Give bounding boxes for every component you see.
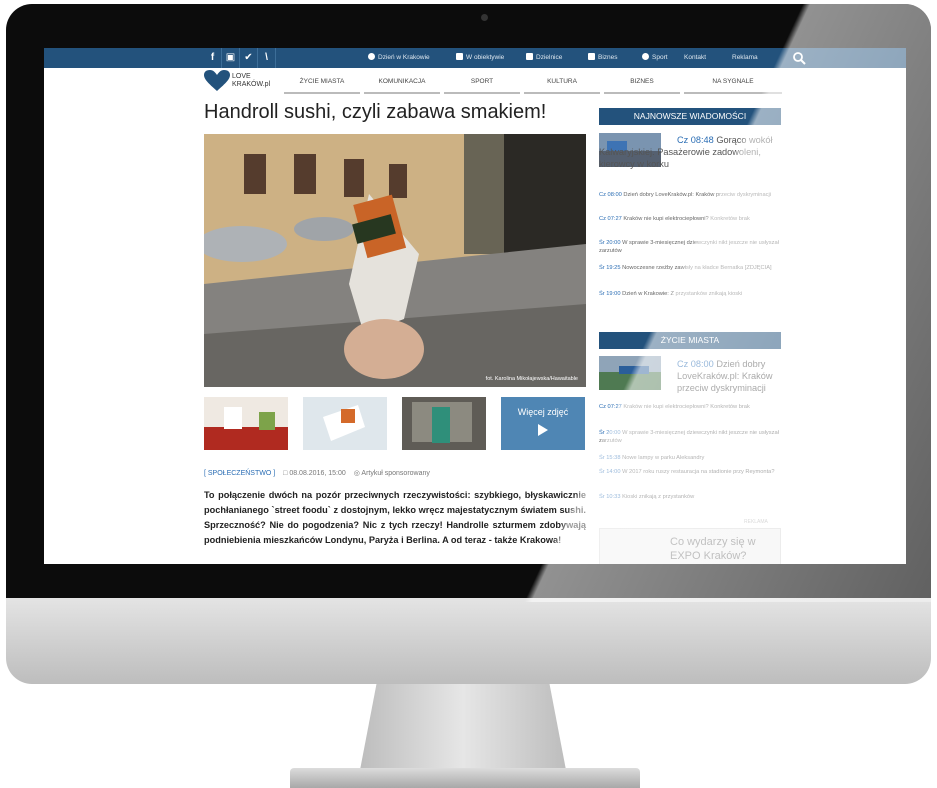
thumb-image bbox=[303, 397, 387, 450]
thumb-image bbox=[204, 397, 288, 450]
nav-tab-sport[interactable]: SPORT bbox=[444, 74, 520, 94]
latest-news-header: NAJNOWSZE WIADOMOŚCI bbox=[599, 108, 781, 125]
topbar-link-reklama[interactable]: Reklama bbox=[732, 48, 758, 68]
topbar-link-biznes[interactable]: Biznes bbox=[588, 48, 618, 68]
latest-news-item[interactable]: Śr 20:00 W sprawie 3-miesięcznej dziewcz… bbox=[599, 240, 785, 255]
latest-news-item[interactable]: Śr 19:25 Nowoczesne rzeźby zawisły na kł… bbox=[599, 265, 785, 273]
ad-text: Co wydarzy się w EXPO Kraków? bbox=[670, 536, 756, 562]
latest-feature-link[interactable]: Cz 08:48 Gorąco wokół Kalwaryjskiej. Pas… bbox=[599, 134, 783, 170]
gallery-thumb-1[interactable] bbox=[204, 397, 288, 450]
briefcase-icon bbox=[588, 53, 595, 60]
gallery-thumb-2[interactable] bbox=[303, 397, 387, 450]
sponsored-icon: ◎ bbox=[353, 470, 360, 477]
search-icon[interactable] bbox=[792, 51, 806, 65]
facebook-icon[interactable]: f bbox=[204, 48, 222, 68]
photo-credit: fot. Karolina Mikołajewska/Hawaitable bbox=[485, 376, 578, 382]
hero-photo[interactable]: fot. Karolina Mikołajewska/Hawaitable bbox=[204, 134, 586, 387]
main-nav: LOVE KRAKÓW.pl ŻYCIE MIASTA KOMUNIKACJA … bbox=[44, 68, 906, 96]
instagram-icon[interactable]: ▣ bbox=[222, 48, 240, 68]
city-news-item[interactable]: Śr 14:00 W 2017 roku ruszy restauracja n… bbox=[599, 469, 785, 477]
site-logo[interactable]: LOVE KRAKÓW.pl bbox=[204, 70, 282, 94]
monitor-stand-base bbox=[290, 768, 640, 788]
latest-news-item[interactable]: Cz 08:00 Dzień dobry LoveKraków.pl: Krak… bbox=[599, 192, 785, 200]
topbar-link-sport[interactable]: Sport bbox=[642, 48, 668, 68]
topbar-link-dzielnice[interactable]: Dzielnice bbox=[526, 48, 562, 68]
city-life-header: ŻYCIE MIASTA bbox=[599, 332, 781, 349]
city-feature-link[interactable]: Cz 08:00 Dzień dobry LoveKraków.pl: Krak… bbox=[599, 358, 783, 394]
city-news-item[interactable]: Cz 07:27 Kraków nie kupi elektrociepłown… bbox=[599, 404, 785, 412]
gallery-more-button[interactable]: Więcej zdjęć bbox=[501, 397, 585, 450]
logo-line-2: KRAKÓW.pl bbox=[232, 81, 271, 88]
twitter-icon[interactable]: ✔ bbox=[240, 48, 258, 68]
nav-tab-na-sygnale[interactable]: NA SYGNALE bbox=[684, 74, 782, 94]
hero-image bbox=[204, 134, 586, 387]
thumb-image bbox=[402, 397, 486, 450]
heart-logo-icon bbox=[204, 70, 230, 91]
topbar-link-obiektyw[interactable]: W obiektywie bbox=[456, 48, 504, 68]
monitor-chin bbox=[6, 598, 931, 684]
article-date: 08.08.2016, 15:00 bbox=[289, 470, 346, 477]
nav-tab-biznes[interactable]: BIZNES bbox=[604, 74, 680, 94]
gallery-thumb-3[interactable] bbox=[402, 397, 486, 450]
latest-news-item[interactable]: Śr 19:00 Dzień w Krakowie: Z przystanków… bbox=[599, 291, 785, 299]
ad-label: REKLAMA bbox=[744, 519, 768, 525]
nav-tab-zycie-miasta[interactable]: ŻYCIE MIASTA bbox=[284, 74, 360, 94]
nav-tab-komunikacja[interactable]: KOMUNIKACJA bbox=[364, 74, 440, 94]
article-title: Handroll sushi, czyli zabawa smakiem! bbox=[204, 101, 547, 123]
city-news-item[interactable]: Śr 20:00 W sprawie 3-miesięcznej dziewcz… bbox=[599, 430, 785, 445]
clock-icon bbox=[368, 53, 375, 60]
sponsored-label: Artykuł sponsorowany bbox=[361, 470, 430, 477]
latest-news-item[interactable]: Cz 07:27 Kraków nie kupi elektrociepłown… bbox=[599, 216, 785, 224]
monitor-stand bbox=[360, 684, 566, 770]
logo-line-1: LOVE bbox=[232, 73, 251, 80]
city-news-item[interactable]: Śr 15:38 Nowe lampy w parku Aleksandry bbox=[599, 455, 785, 463]
city-news-item[interactable]: Śr 10:33 Kioski znikają z przystanków bbox=[599, 494, 785, 502]
nav-tab-kultura[interactable]: KULTURA bbox=[524, 74, 600, 94]
topbar-link-kontakt[interactable]: Kontakt bbox=[684, 48, 706, 68]
calendar-icon: □ bbox=[283, 470, 288, 477]
camera-icon bbox=[456, 53, 463, 60]
sport-icon bbox=[642, 53, 649, 60]
article-meta: [ SPOŁECZEŃSTWO ] □ 08.08.2016, 15:00 ◎ … bbox=[204, 469, 430, 477]
camera-dot bbox=[481, 14, 488, 21]
rss-icon[interactable]: \ bbox=[258, 48, 276, 68]
category-link[interactable]: [ SPOŁECZEŃSTWO ] bbox=[204, 470, 275, 477]
article-lead: To połączenie dwóch na pozór przeciwnych… bbox=[204, 490, 586, 545]
map-icon bbox=[526, 53, 533, 60]
top-bar: f ▣ ✔ \ Dzień w Krakowie W obiektywie Dz… bbox=[44, 48, 906, 68]
screen: f ▣ ✔ \ Dzień w Krakowie W obiektywie Dz… bbox=[44, 48, 906, 564]
play-icon bbox=[538, 424, 548, 436]
topbar-link-dzien[interactable]: Dzień w Krakowie bbox=[368, 48, 430, 68]
ad-banner[interactable]: Co wydarzy się w EXPO Kraków? bbox=[599, 528, 781, 564]
